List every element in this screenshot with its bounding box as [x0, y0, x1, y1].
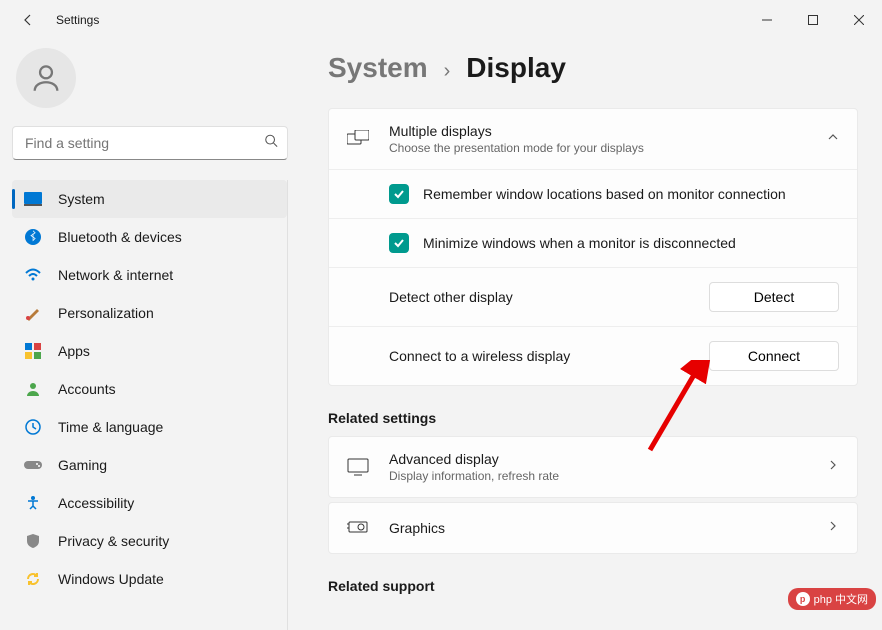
- chevron-up-icon: [827, 130, 839, 148]
- nav-accounts[interactable]: Accounts: [12, 370, 287, 408]
- multiple-displays-header[interactable]: Multiple displays Choose the presentatio…: [329, 109, 857, 169]
- nav-gaming[interactable]: Gaming: [12, 446, 287, 484]
- watermark-badge: p: [796, 592, 810, 606]
- clock-icon: [24, 418, 42, 436]
- update-icon: [24, 570, 42, 588]
- nav-time[interactable]: Time & language: [12, 408, 287, 446]
- minimize-label: Minimize windows when a monitor is disco…: [423, 235, 839, 251]
- nav-system[interactable]: System: [12, 180, 287, 218]
- maximize-button[interactable]: [790, 0, 836, 40]
- connect-button[interactable]: Connect: [709, 341, 839, 371]
- monitor-icon: [347, 456, 369, 478]
- nav-label: Privacy & security: [58, 533, 169, 549]
- multiple-displays-card: Multiple displays Choose the presentatio…: [328, 108, 858, 386]
- bluetooth-icon: [24, 228, 42, 246]
- nav-label: System: [58, 191, 105, 207]
- nav-network[interactable]: Network & internet: [12, 256, 287, 294]
- chevron-right-icon: [827, 458, 839, 476]
- chevron-right-icon: [827, 519, 839, 537]
- nav-label: Apps: [58, 343, 90, 359]
- card-title: Advanced display: [389, 451, 807, 467]
- shield-icon: [24, 532, 42, 550]
- user-avatar[interactable]: [16, 48, 76, 108]
- nav-label: Bluetooth & devices: [58, 229, 182, 245]
- nav-label: Personalization: [58, 305, 154, 321]
- card-title: Multiple displays: [389, 123, 807, 139]
- search-icon: [264, 134, 278, 153]
- person-icon: [24, 380, 42, 398]
- breadcrumb: System › Display: [328, 52, 858, 84]
- search-container: [12, 126, 288, 160]
- nav-personalization[interactable]: Personalization: [12, 294, 287, 332]
- remember-label: Remember window locations based on monit…: [423, 186, 839, 202]
- gamepad-icon: [24, 456, 42, 474]
- remember-checkbox[interactable]: [389, 184, 409, 204]
- detect-label: Detect other display: [389, 289, 695, 305]
- nav-label: Accounts: [58, 381, 116, 397]
- minimize-row: Minimize windows when a monitor is disco…: [329, 218, 857, 267]
- nav-apps[interactable]: Apps: [12, 332, 287, 370]
- nav-label: Accessibility: [58, 495, 134, 511]
- detect-row: Detect other display Detect: [329, 267, 857, 326]
- apps-icon: [24, 342, 42, 360]
- nav-label: Gaming: [58, 457, 107, 473]
- nav-privacy[interactable]: Privacy & security: [12, 522, 287, 560]
- displays-icon: [347, 128, 369, 150]
- breadcrumb-sep: ›: [444, 60, 451, 83]
- minimize-button[interactable]: [744, 0, 790, 40]
- wifi-icon: [24, 266, 42, 284]
- nav-bluetooth[interactable]: Bluetooth & devices: [12, 218, 287, 256]
- window-title: Settings: [56, 13, 99, 27]
- brush-icon: [24, 304, 42, 322]
- watermark: p php 中文网: [788, 588, 876, 610]
- card-subtitle: Choose the presentation mode for your di…: [389, 141, 807, 155]
- card-title: Graphics: [389, 520, 807, 536]
- connect-label: Connect to a wireless display: [389, 348, 695, 364]
- nav-label: Network & internet: [58, 267, 173, 283]
- accessibility-icon: [24, 494, 42, 512]
- remember-row: Remember window locations based on monit…: [329, 169, 857, 218]
- minimize-checkbox[interactable]: [389, 233, 409, 253]
- back-button[interactable]: [12, 4, 44, 36]
- graphics-card[interactable]: Graphics: [328, 502, 858, 554]
- search-input[interactable]: [12, 126, 288, 160]
- connect-row: Connect to a wireless display Connect: [329, 326, 857, 385]
- detect-button[interactable]: Detect: [709, 282, 839, 312]
- breadcrumb-current: Display: [466, 52, 566, 84]
- breadcrumb-parent[interactable]: System: [328, 52, 428, 84]
- nav-list: System Bluetooth & devices Network & int…: [12, 180, 288, 630]
- advanced-display-card[interactable]: Advanced display Display information, re…: [328, 436, 858, 498]
- watermark-text: php 中文网: [814, 591, 868, 607]
- nav-label: Time & language: [58, 419, 163, 435]
- nav-accessibility[interactable]: Accessibility: [12, 484, 287, 522]
- card-subtitle: Display information, refresh rate: [389, 469, 807, 483]
- system-icon: [24, 190, 42, 208]
- nav-label: Windows Update: [58, 571, 164, 587]
- related-settings-heading: Related settings: [328, 410, 858, 426]
- close-button[interactable]: [836, 0, 882, 40]
- gpu-icon: [347, 517, 369, 539]
- nav-update[interactable]: Windows Update: [12, 560, 287, 598]
- related-support-heading: Related support: [328, 578, 858, 594]
